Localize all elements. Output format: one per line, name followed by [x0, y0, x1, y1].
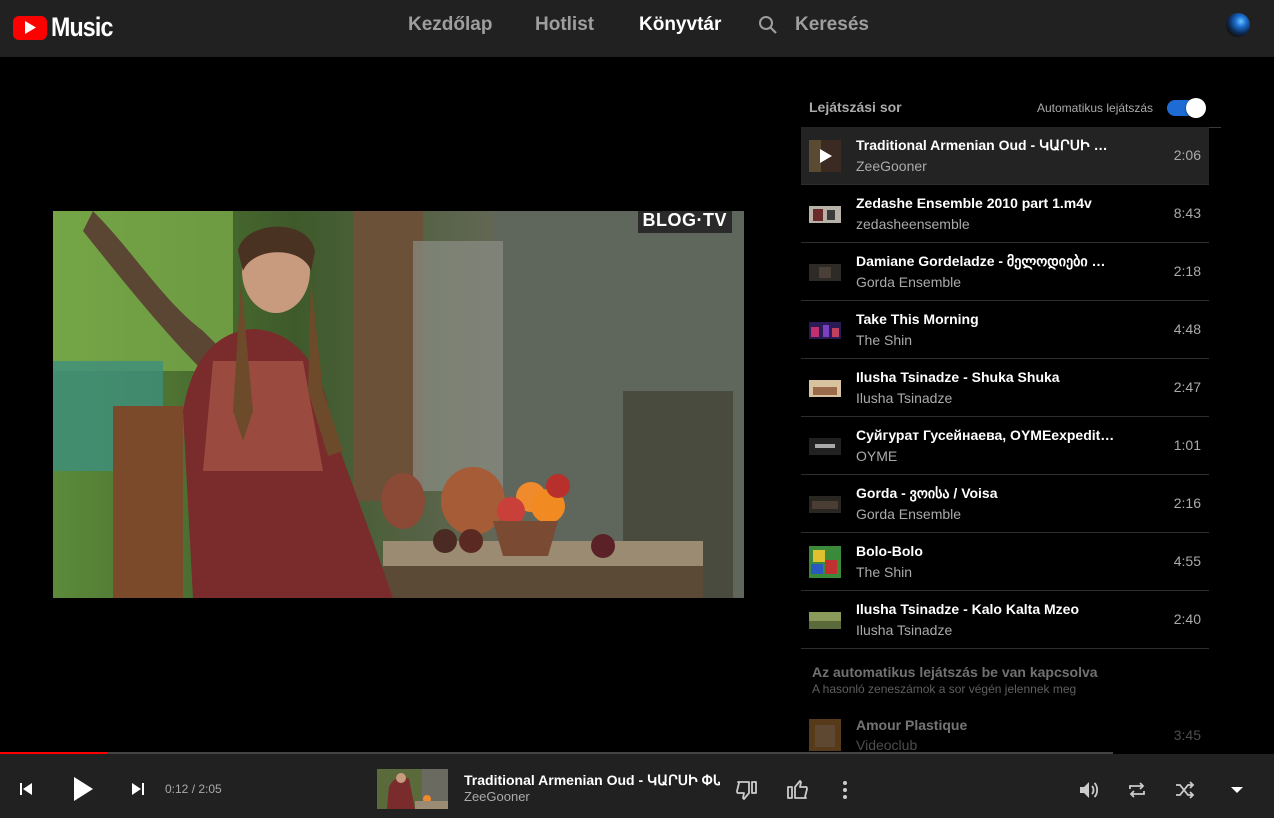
autoplay-toggle[interactable]: [1167, 98, 1206, 118]
now-playing-artist[interactable]: ZeeGooner: [464, 789, 530, 804]
queue-item-title: Traditional Armenian Oud - ԿԱՐՍԻ Փ...: [856, 137, 1116, 153]
queue-item-duration: 4:48: [1173, 321, 1201, 337]
queue-item-duration: 2:47: [1173, 379, 1201, 395]
queue-title: Lejátszási sor: [809, 99, 902, 115]
video-player[interactable]: BLOG·TV: [53, 211, 744, 598]
queue-item-title: Ilusha Tsinadze - Kalo Kalta Mzeo: [856, 601, 1080, 617]
nav-home[interactable]: Kezdőlap: [408, 14, 492, 36]
queue-item-thumbnail: [809, 430, 841, 462]
youtube-music-logo[interactable]: Music: [13, 12, 123, 43]
queue-item-thumbnail: [809, 314, 841, 346]
queue-item-thumbnail: [809, 719, 841, 751]
queue-item-duration: 3:45: [1173, 727, 1201, 743]
queue-item-title: Damiane Gordeladze - მელოდიები ფა...: [856, 253, 1116, 269]
next-track-icon[interactable]: [128, 779, 148, 799]
now-playing-thumbnail[interactable]: [377, 769, 448, 809]
previous-track-icon[interactable]: [16, 779, 36, 799]
queue-item-artist: Gorda Ensemble: [856, 506, 962, 522]
queue-item-title: Bolo-Bolo: [856, 543, 923, 559]
queue-item-artist: The Shin: [856, 564, 913, 580]
autoplay-label: Automatikus lejátszás: [1037, 101, 1154, 115]
queue-item-title: Суйгурат Гусейнаева, OYMEexpeditio...: [856, 427, 1116, 443]
queue-item-duration: 2:18: [1173, 263, 1201, 279]
queue-item-thumbnail: [809, 546, 841, 578]
player-bar: 0:12 / 2:05 Traditional Armenian Oud - Կ…: [0, 754, 1274, 818]
queue-item-title: Take This Morning: [856, 311, 979, 327]
queue-item-title: Amour Plastique: [856, 717, 968, 733]
queue-item-thumbnail: [809, 604, 841, 636]
logo-text: Music: [51, 12, 113, 42]
queue-list: Traditional Armenian Oud - ԿԱՐՍԻ Փ... Ze…: [801, 127, 1221, 649]
queue-item-duration: 4:55: [1173, 553, 1201, 569]
video-frame-image: [53, 211, 744, 598]
queue-item[interactable]: Ilusha Tsinadze - Shuka Shuka Ilusha Tsi…: [801, 359, 1209, 417]
scrollbar[interactable]: [1258, 57, 1274, 754]
youtube-play-logo-icon: [13, 15, 47, 40]
thumbs-up-icon[interactable]: [785, 778, 809, 802]
queue-item-duration: 2:40: [1173, 611, 1201, 627]
queue-item[interactable]: Zedashe Ensemble 2010 part 1.m4v zedashe…: [801, 185, 1209, 243]
volume-icon[interactable]: [1077, 778, 1101, 802]
queue-item-thumbnail: [809, 198, 841, 230]
autoplay-note-subtitle: A hasonló zeneszámok a sor végén jelenne…: [812, 682, 1077, 696]
search-icon[interactable]: [758, 15, 778, 40]
shuffle-icon[interactable]: [1173, 778, 1197, 802]
queue-item-duration: 1:01: [1173, 437, 1201, 453]
queue-item-duration: 8:43: [1173, 205, 1201, 221]
queue-item-thumbnail: [809, 140, 841, 172]
queue-item[interactable]: Traditional Armenian Oud - ԿԱՐՍԻ Փ... Ze…: [801, 127, 1209, 185]
account-avatar[interactable]: [1226, 13, 1250, 37]
autoplay-queue-item[interactable]: Amour Plastique Videoclub 3:45: [801, 710, 1209, 754]
queue-item-duration: 2:16: [1173, 495, 1201, 511]
queue-item-artist: Gorda Ensemble: [856, 274, 962, 290]
expand-player-icon[interactable]: [1225, 778, 1249, 802]
autoplay-toggle-knob: [1186, 98, 1206, 118]
queue-item[interactable]: Bolo-Bolo The Shin 4:55: [801, 533, 1209, 591]
queue-item-artist: OYME: [856, 448, 898, 464]
more-options-icon[interactable]: [833, 778, 857, 802]
queue-item-thumbnail: [809, 256, 841, 288]
queue-item-artist: ZeeGooner: [856, 158, 927, 174]
queue-item-thumbnail: [809, 372, 841, 404]
video-watermark: BLOG·TV: [637, 211, 732, 233]
queue-item-artist: Ilusha Tsinadze: [856, 622, 953, 638]
queue-item[interactable]: Суйгурат Гусейнаева, OYMEexpeditio... OY…: [801, 417, 1209, 475]
queue-item[interactable]: Take This Morning The Shin 4:48: [801, 301, 1209, 359]
queue-item-artist: Ilusha Tsinadze: [856, 390, 953, 406]
queue-item[interactable]: Ilusha Tsinadze - Kalo Kalta Mzeo Ilusha…: [801, 591, 1209, 649]
nav-search[interactable]: Keresés: [795, 14, 869, 36]
nav-library[interactable]: Könyvtár: [639, 14, 721, 36]
queue-item[interactable]: Damiane Gordeladze - მელოდიები ფა... Gor…: [801, 243, 1209, 301]
queue-item-artist: zedasheensemble: [856, 216, 970, 232]
repeat-icon[interactable]: [1125, 778, 1149, 802]
queue-item-title: Gorda - ვოისა / Voisa: [856, 485, 998, 501]
queue-item-thumbnail: [809, 488, 841, 520]
thumbs-down-icon[interactable]: [735, 778, 759, 802]
autoplay-note-title: Az automatikus lejátszás be van kapcsolv…: [812, 664, 1098, 680]
now-playing-title[interactable]: Traditional Armenian Oud - ԿԱՐՍԻ ՓԱՐ: [464, 772, 720, 789]
queue-item-title: Ilusha Tsinadze - Shuka Shuka: [856, 369, 1060, 385]
queue-item-title: Zedashe Ensemble 2010 part 1.m4v: [856, 195, 1092, 211]
queue-item-artist: Videoclub: [856, 737, 918, 753]
play-icon: [809, 140, 841, 172]
top-nav-bar: Music Kezdőlap Hotlist Könyvtár Keresés: [0, 0, 1274, 57]
queue-item-duration: 2:06: [1173, 147, 1201, 163]
nav-hotlist[interactable]: Hotlist: [535, 14, 594, 36]
play-pause-icon[interactable]: [68, 774, 98, 804]
playback-time: 0:12 / 2:05: [165, 782, 222, 796]
queue-item-artist: The Shin: [856, 332, 913, 348]
queue-item[interactable]: Gorda - ვოისა / Voisa Gorda Ensemble 2:1…: [801, 475, 1209, 533]
